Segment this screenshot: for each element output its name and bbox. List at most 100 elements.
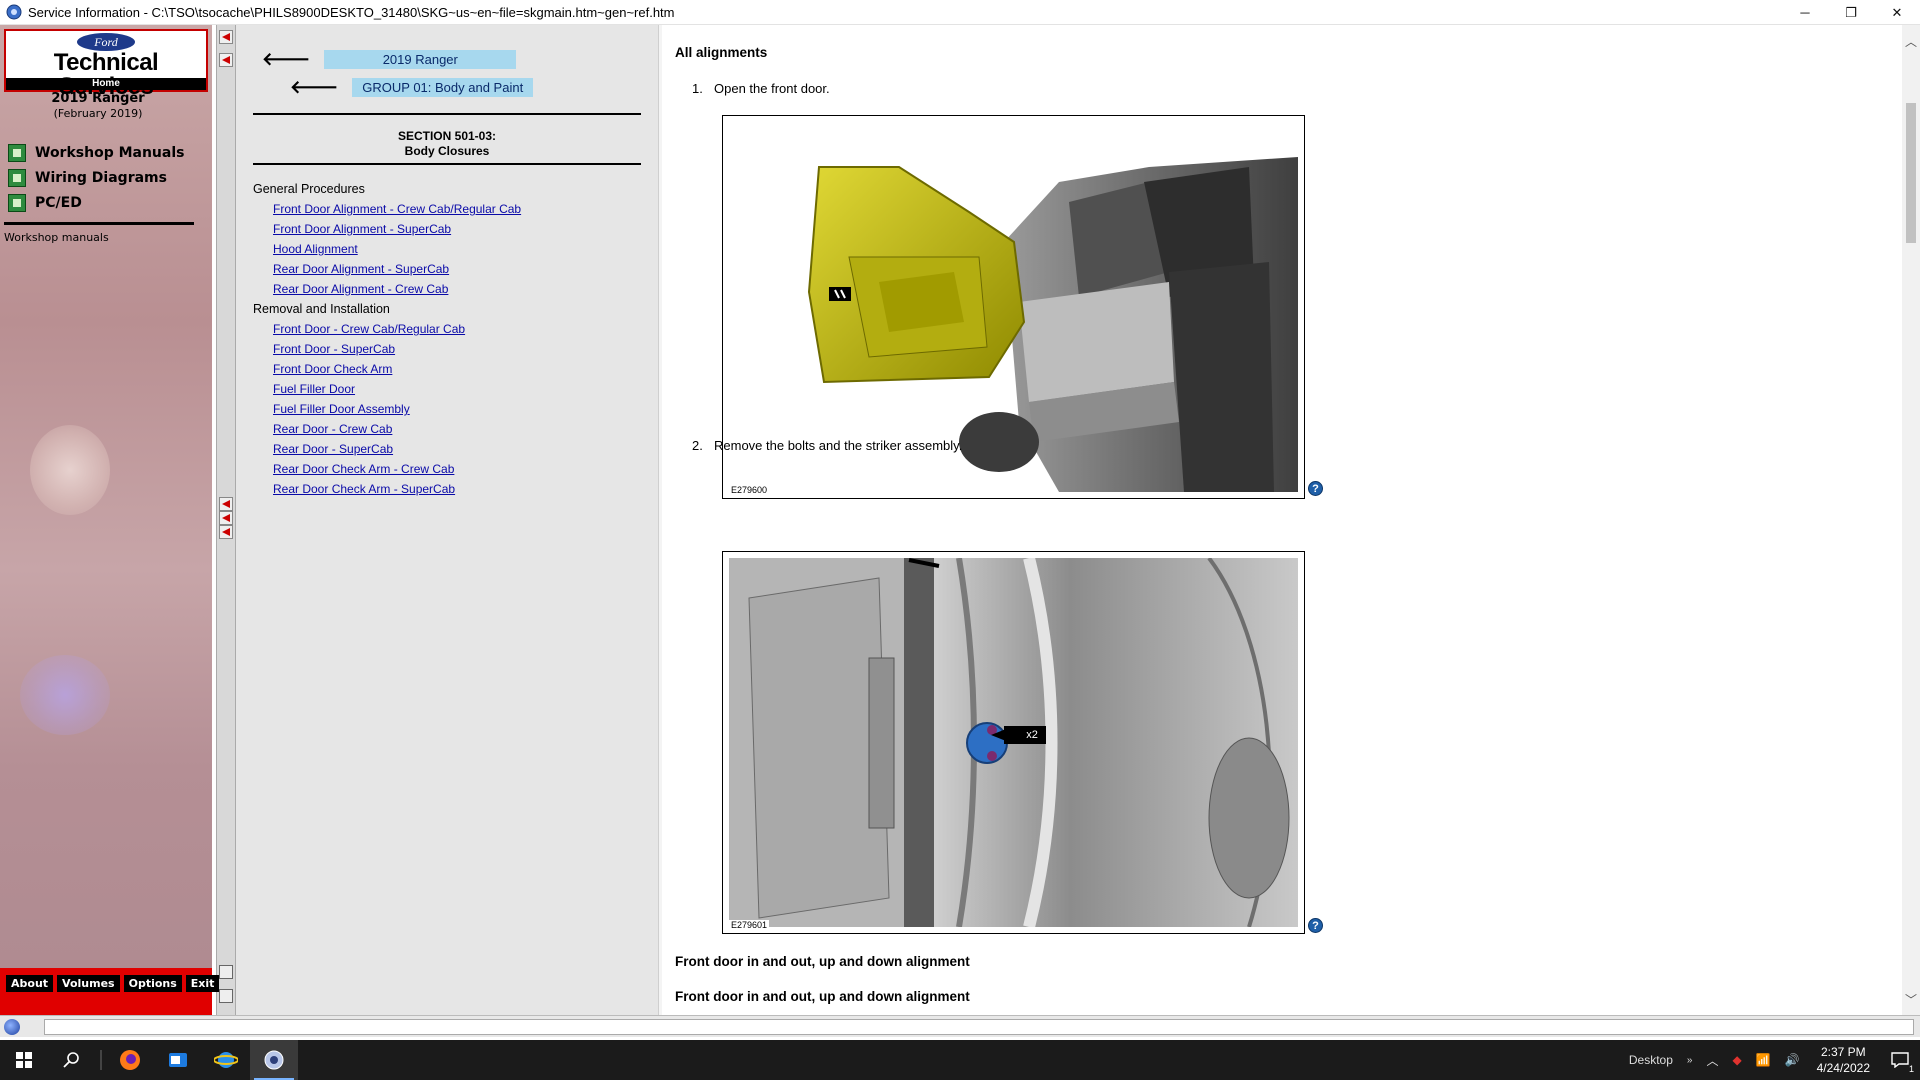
taskbar-separator xyxy=(100,1050,102,1070)
desktop-toolbar[interactable]: Desktop xyxy=(1629,1053,1673,1067)
taskbar-app-ie[interactable] xyxy=(202,1040,250,1080)
sidebar-item-workshop-manuals[interactable]: Workshop Manuals xyxy=(8,140,184,165)
back-arrow-icon[interactable] xyxy=(219,30,233,44)
scroll-thumb[interactable] xyxy=(1906,103,1916,243)
clock[interactable]: 2:37 PM 4/24/2022 xyxy=(1817,1044,1870,1076)
windows-icon xyxy=(16,1052,32,1068)
scroll-down-icon[interactable]: ﹀ xyxy=(1902,991,1920,1009)
left-sidebar: Ford Technical Services Home 2019 Ranger… xyxy=(0,25,220,1015)
toc-link[interactable]: Rear Door - SuperCab xyxy=(253,439,521,459)
breadcrumb-label[interactable]: GROUP 01: Body and Paint xyxy=(352,78,534,97)
breadcrumb-label[interactable]: 2019 Ranger xyxy=(324,50,517,69)
step-item: 2. Remove the bolts and the striker asse… xyxy=(692,438,962,453)
toc-link[interactable]: Rear Door Check Arm - SuperCab xyxy=(253,479,521,499)
section-heading: SECTION 501-03: Body Closures xyxy=(253,129,641,159)
breadcrumb-vehicle[interactable]: 🡐 2019 Ranger xyxy=(262,49,517,70)
antivirus-icon[interactable]: ◆ xyxy=(1732,1053,1741,1067)
notifications-button[interactable]: 1 xyxy=(1880,1040,1920,1080)
sidebar-bottom-bar: About Volumes Options Exit xyxy=(0,968,220,1015)
step-number: 1. xyxy=(692,81,703,96)
toc-link[interactable]: Fuel Filler Door xyxy=(253,379,521,399)
toc-link[interactable]: Front Door Alignment - SuperCab xyxy=(253,219,521,239)
sidebar-item-pced[interactable]: PC/ED xyxy=(8,190,184,215)
section-code: SECTION 501-03: xyxy=(397,129,497,143)
pced-icon xyxy=(8,193,26,212)
options-button[interactable]: Options xyxy=(123,975,182,992)
window-title: Service Information - C:\TSO\tsocache\PH… xyxy=(28,4,675,20)
back-arrow-icon: 🡐 xyxy=(290,77,339,97)
sidebar-item-label: Workshop Manuals xyxy=(35,144,185,161)
home-link[interactable]: Home xyxy=(6,78,206,90)
back-arrow-icon: 🡐 xyxy=(262,49,311,69)
taskbar-app-service-info[interactable] xyxy=(250,1040,298,1080)
section-name: Body Closures xyxy=(404,144,490,158)
step-text: Open the front door. xyxy=(714,81,830,96)
close-button[interactable]: ✕ xyxy=(1874,0,1920,25)
outlook-icon xyxy=(169,1053,187,1067)
title-bar: Service Information - C:\TSO\tsocache\PH… xyxy=(0,0,1920,25)
back-arrow-icon[interactable] xyxy=(219,53,233,67)
about-button[interactable]: About xyxy=(6,975,54,992)
exit-button[interactable]: Exit xyxy=(185,975,220,992)
content-subheading: Front door in and out, up and down align… xyxy=(675,989,970,1004)
prev-arrow-icon[interactable] xyxy=(219,525,233,539)
sidebar-caption: Workshop manuals xyxy=(4,231,109,244)
sidebar-item-wiring-diagrams[interactable]: Wiring Diagrams xyxy=(8,165,184,190)
start-button[interactable] xyxy=(0,1040,48,1080)
search-button[interactable] xyxy=(48,1040,96,1080)
content-subheading: Front door in and out, up and down align… xyxy=(675,954,970,969)
truck-door-illustration xyxy=(729,122,1298,492)
firefox-icon xyxy=(120,1050,140,1070)
brand-logo[interactable]: Ford Technical Services Home xyxy=(4,29,208,99)
restore-button[interactable]: ❐ xyxy=(1828,0,1874,25)
status-field xyxy=(44,1019,1914,1035)
toc-link[interactable]: Front Door Check Arm xyxy=(253,359,521,379)
sidebar-divider xyxy=(4,222,194,225)
toc-link[interactable]: Fuel Filler Door Assembly xyxy=(253,399,521,419)
step-number: 2. xyxy=(692,438,703,453)
toc-link[interactable]: Front Door - SuperCab xyxy=(253,339,521,359)
toc-link[interactable]: Rear Door - Crew Cab xyxy=(253,419,521,439)
chevron-right-icon[interactable]: » xyxy=(1687,1055,1693,1066)
prev-arrow-icon[interactable] xyxy=(219,511,233,525)
figure-id: E279601 xyxy=(729,920,770,930)
vehicle-date: (February 2019) xyxy=(53,107,143,120)
prev-arrow-icon[interactable] xyxy=(219,497,233,511)
globe-icon xyxy=(4,1019,20,1035)
vertical-scrollbar[interactable]: ︿ ﹀ xyxy=(1902,25,1920,1015)
step-item: 1. Open the front door. xyxy=(692,81,830,96)
toc-link[interactable]: Rear Door Alignment - Crew Cab xyxy=(253,279,521,299)
wiring-icon xyxy=(8,168,26,187)
taskbar: Desktop » ︿ ◆ 📶 🔊 2:37 PM 4/24/2022 1 xyxy=(0,1040,1920,1080)
vehicle-name: 2019 Ranger xyxy=(51,91,145,106)
sidebar-item-label: PC/ED xyxy=(35,194,82,211)
sidebar-nav: Workshop Manuals Wiring Diagrams PC/ED xyxy=(8,140,184,215)
content-heading: All alignments xyxy=(675,45,768,60)
step-text: Remove the bolts and the striker assembl… xyxy=(714,438,963,453)
figure-id: E279600 xyxy=(729,485,770,495)
manual-icon xyxy=(8,143,26,162)
toc-link[interactable]: Rear Door Alignment - SuperCab xyxy=(253,259,521,279)
clock-date: 4/24/2022 xyxy=(1816,1061,1870,1075)
figure-striker: x2 E279601 xyxy=(722,551,1305,934)
help-icon[interactable]: ? xyxy=(1308,481,1323,496)
notification-count: 1 xyxy=(1908,1064,1914,1074)
volume-icon[interactable]: 🔊 xyxy=(1785,1053,1800,1067)
volumes-button[interactable]: Volumes xyxy=(57,975,120,992)
clock-time: 2:37 PM xyxy=(1820,1045,1866,1059)
toc-link[interactable]: Front Door Alignment - Crew Cab/Regular … xyxy=(253,199,521,219)
help-icon[interactable]: ? xyxy=(1308,918,1323,933)
scroll-up-icon[interactable]: ︿ xyxy=(1902,33,1920,51)
content-pane: All alignments 1. Open the front door. E… xyxy=(662,25,1902,1015)
breadcrumb-group[interactable]: 🡐 GROUP 01: Body and Paint xyxy=(290,77,534,98)
network-icon[interactable]: 📶 xyxy=(1756,1053,1771,1067)
document-icon[interactable] xyxy=(219,965,233,979)
taskbar-app-firefox[interactable] xyxy=(106,1040,154,1080)
taskbar-app-outlook[interactable] xyxy=(154,1040,202,1080)
chevron-up-icon[interactable]: ︿ xyxy=(1706,1052,1718,1069)
toc-link[interactable]: Hood Alignment xyxy=(253,239,521,259)
toc-link[interactable]: Rear Door Check Arm - Crew Cab xyxy=(253,459,521,479)
toc-link[interactable]: Front Door - Crew Cab/Regular Cab xyxy=(253,319,521,339)
print-icon[interactable] xyxy=(219,989,233,1003)
minimize-button[interactable]: ─ xyxy=(1782,0,1828,25)
